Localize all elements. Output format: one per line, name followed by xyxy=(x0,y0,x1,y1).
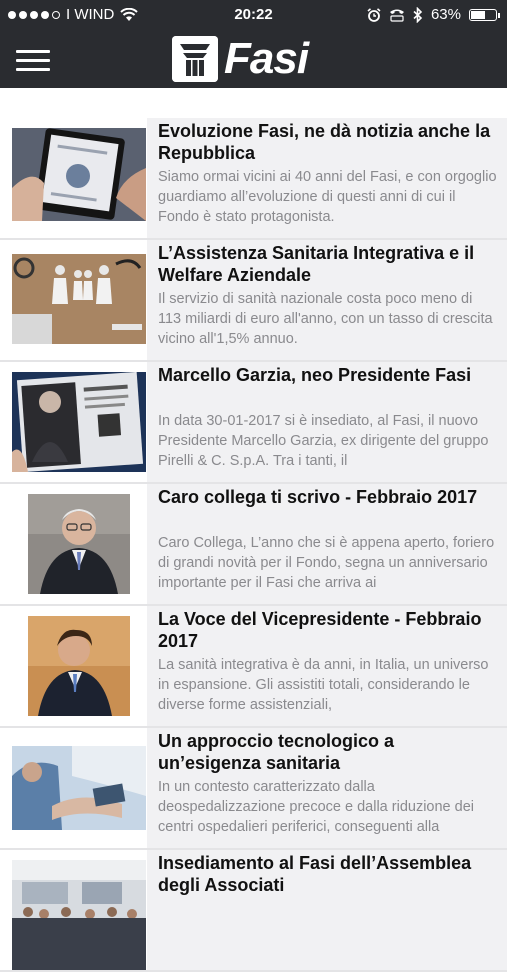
article-title[interactable]: La Voce del Vicepresidente - Febbraio 20… xyxy=(158,608,497,652)
article-thumbnail xyxy=(12,128,146,221)
battery-icon xyxy=(469,8,500,21)
article-text[interactable]: Insediamento al Fasi dell’Assemblea degl… xyxy=(147,850,507,970)
article-title[interactable]: L’Assistenza Sanitaria Integrativa e il … xyxy=(158,242,497,286)
article-thumbnail xyxy=(12,616,146,716)
article-excerpt: In data 30-01-2017 si è insediato, al Fa… xyxy=(158,413,489,469)
article-excerpt: In un contesto caratterizzato dalla deos… xyxy=(158,779,474,835)
list-item[interactable]: L’Assistenza Sanitaria Integrativa e il … xyxy=(0,240,507,362)
app-header: Fasi xyxy=(0,30,507,88)
battery-level xyxy=(471,10,485,19)
fasi-logo: Fasi xyxy=(172,34,309,83)
tty-icon xyxy=(389,9,404,22)
article-thumbnail xyxy=(12,254,146,344)
article-text[interactable]: Un approccio tecnologico a un’esigenza s… xyxy=(147,728,507,848)
status-right: 63% xyxy=(367,6,500,23)
article-excerpt: La sanità integrativa è da anni, in Ital… xyxy=(158,657,489,713)
article-text[interactable]: Evoluzione Fasi, ne dà notizia anche la … xyxy=(147,118,507,238)
article-thumbnail xyxy=(12,372,146,472)
article-title[interactable]: Evoluzione Fasi, ne dà notizia anche la … xyxy=(158,120,497,164)
status-bar: I WIND 20:22 63% xyxy=(0,0,507,30)
article-text[interactable]: L’Assistenza Sanitaria Integrativa e il … xyxy=(147,240,507,360)
logo-wordmark: Fasi xyxy=(224,34,309,83)
news-feed[interactable]: Evoluzione Fasi, ne dà notizia anche la … xyxy=(0,118,507,972)
bluetooth-icon xyxy=(413,6,423,23)
article-excerpt: Il servizio di sanità nazionale costa po… xyxy=(158,291,493,347)
article-thumbnail xyxy=(12,860,146,970)
hamburger-menu-icon[interactable] xyxy=(16,50,50,72)
article-text[interactable]: Caro collega ti scrivo - Febbraio 2017 C… xyxy=(147,484,507,604)
article-title[interactable]: Caro collega ti scrivo - Febbraio 2017 xyxy=(158,486,497,508)
list-item[interactable]: Caro collega ti scrivo - Febbraio 2017 C… xyxy=(0,484,507,606)
article-thumbnail xyxy=(12,494,146,594)
article-excerpt: Siamo ormai vicini ai 40 anni del Fasi, … xyxy=(158,169,497,225)
article-excerpt: Caro Collega, L’anno che si è appena ape… xyxy=(158,535,495,591)
article-text[interactable]: La Voce del Vicepresidente - Febbraio 20… xyxy=(147,606,507,726)
article-title[interactable]: Marcello Garzia, neo Presidente Fasi xyxy=(158,364,497,386)
list-item[interactable]: Insediamento al Fasi dell’Assemblea degl… xyxy=(0,850,507,972)
alarm-icon xyxy=(367,7,381,22)
list-item[interactable]: Marcello Garzia, neo Presidente Fasi In … xyxy=(0,362,507,484)
fasi-emblem-icon xyxy=(172,36,218,82)
list-item[interactable]: Un approccio tecnologico a un’esigenza s… xyxy=(0,728,507,850)
article-text[interactable]: Marcello Garzia, neo Presidente Fasi In … xyxy=(147,362,507,482)
article-title[interactable]: Un approccio tecnologico a un’esigenza s… xyxy=(158,730,497,774)
article-title[interactable]: Insediamento al Fasi dell’Assemblea degl… xyxy=(158,852,497,896)
list-item[interactable]: La Voce del Vicepresidente - Febbraio 20… xyxy=(0,606,507,728)
list-item[interactable]: Evoluzione Fasi, ne dà notizia anche la … xyxy=(0,118,507,240)
battery-percent: 63% xyxy=(430,6,461,23)
article-thumbnail xyxy=(12,746,146,830)
